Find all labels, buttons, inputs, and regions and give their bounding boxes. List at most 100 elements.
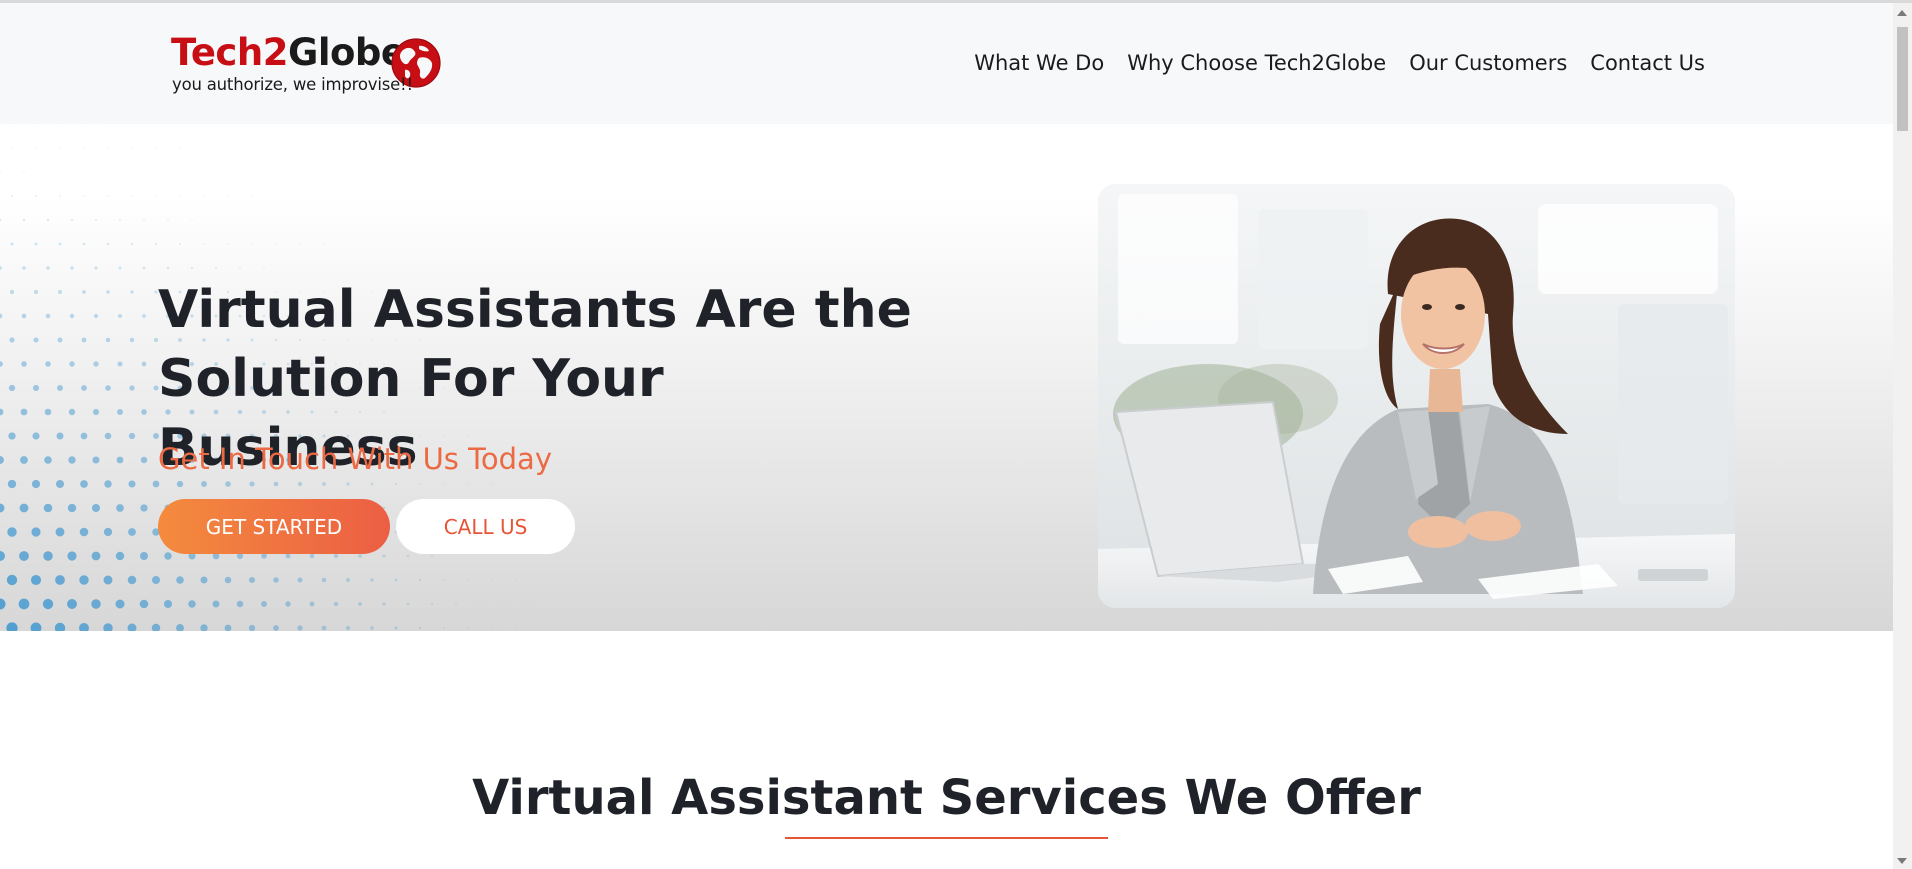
pattern-dot	[83, 195, 85, 197]
pattern-dot	[22, 266, 26, 270]
pattern-dot	[0, 266, 2, 270]
pattern-dot	[167, 171, 169, 173]
nav-item-our-customers[interactable]: Our Customers	[1409, 51, 1567, 75]
pattern-dot	[68, 456, 76, 464]
pattern-dot	[176, 576, 184, 584]
pattern-dot	[46, 266, 50, 270]
pattern-dot	[275, 243, 277, 245]
pattern-dot	[167, 219, 169, 221]
pattern-dot	[11, 195, 13, 197]
pattern-dot	[118, 266, 122, 270]
pattern-dot	[30, 574, 42, 586]
pattern-dot	[164, 552, 172, 560]
pattern-dot	[140, 552, 148, 560]
pattern-dot	[321, 625, 327, 631]
pattern-dot	[179, 195, 181, 197]
pattern-dot	[95, 171, 97, 173]
logo-wordmark: Tech2Globe	[171, 31, 406, 75]
pattern-dot	[32, 432, 40, 440]
pattern-dot	[33, 289, 39, 295]
pattern-dot	[56, 480, 64, 488]
pattern-dot	[406, 602, 410, 606]
pattern-dot	[0, 408, 4, 416]
pattern-dot	[8, 432, 16, 440]
pattern-dot	[0, 171, 1, 173]
pattern-dot	[35, 147, 37, 149]
pattern-dot	[79, 575, 89, 585]
pattern-dot	[151, 575, 161, 585]
pattern-dot	[21, 313, 27, 319]
scroll-down-arrow-icon[interactable]	[1897, 858, 1907, 864]
pattern-dot	[155, 195, 157, 197]
pattern-dot	[82, 290, 86, 294]
pattern-dot	[47, 171, 49, 173]
pattern-dot	[131, 147, 133, 149]
nav-item-what-we-do[interactable]: What We Do	[974, 51, 1104, 75]
pattern-dot	[297, 625, 303, 631]
site-logo[interactable]: Tech2Globe you authorize, we improvise!!	[171, 31, 446, 101]
pattern-dot	[215, 171, 217, 173]
pattern-dot	[214, 266, 218, 270]
pattern-dot	[9, 289, 15, 295]
pattern-dot	[155, 147, 157, 149]
pattern-dot	[140, 456, 148, 464]
pattern-dot	[34, 242, 38, 246]
pattern-dot	[107, 147, 109, 149]
pattern-dot	[79, 623, 89, 631]
pattern-dot	[212, 600, 220, 608]
page-scrollbar[interactable]	[1893, 3, 1912, 869]
pattern-dot	[43, 551, 53, 561]
pattern-dot	[0, 503, 5, 513]
pattern-dot	[56, 432, 64, 440]
pattern-dot	[116, 456, 124, 464]
pattern-dot	[43, 503, 53, 513]
pattern-dot	[467, 483, 469, 485]
pattern-dot	[79, 527, 89, 537]
pattern-dot	[224, 576, 232, 584]
pattern-dot	[491, 483, 493, 485]
pattern-dot	[394, 626, 398, 630]
pattern-dot	[70, 218, 74, 222]
pattern-dot	[239, 267, 241, 269]
pattern-dot	[68, 408, 76, 416]
pattern-dot	[430, 554, 434, 558]
pattern-dot	[285, 601, 291, 607]
pattern-dot	[359, 267, 361, 269]
pattern-dot	[31, 479, 41, 489]
pattern-dot	[10, 242, 14, 246]
pattern-dot	[143, 171, 145, 173]
pattern-dot	[527, 603, 529, 605]
pattern-dot	[105, 385, 111, 391]
main-nav: What We Do Why Choose Tech2Globe Our Cus…	[974, 51, 1705, 75]
nav-item-why-choose[interactable]: Why Choose Tech2Globe	[1127, 51, 1386, 75]
pattern-dot	[503, 555, 505, 557]
pattern-dot	[191, 171, 193, 173]
pattern-dot	[9, 337, 15, 343]
pattern-dot	[309, 553, 315, 559]
pattern-dot	[103, 623, 113, 631]
pattern-dot	[91, 503, 101, 513]
nav-item-contact-us[interactable]: Contact Us	[1590, 51, 1705, 75]
pattern-dot	[251, 243, 253, 245]
pattern-dot	[11, 147, 13, 149]
call-us-button[interactable]: CALL US	[396, 499, 575, 554]
get-started-button[interactable]: GET STARTED	[158, 499, 390, 554]
pattern-dot	[119, 219, 121, 221]
pattern-dot	[57, 385, 63, 391]
pattern-dot	[143, 219, 145, 221]
pattern-dot	[515, 627, 517, 629]
pattern-dot	[70, 266, 74, 270]
pattern-dot	[81, 385, 87, 391]
pattern-dot	[35, 195, 37, 197]
pattern-dot	[119, 171, 121, 173]
pattern-dot	[248, 576, 256, 584]
pattern-dot	[94, 266, 98, 270]
logo-tagline: you authorize, we improvise!!	[172, 75, 413, 94]
scroll-up-arrow-icon[interactable]	[1897, 10, 1907, 16]
scrollbar-thumb[interactable]	[1897, 27, 1908, 131]
hero-photo-illustration	[1098, 184, 1735, 608]
pattern-dot	[69, 313, 75, 319]
site-header: Tech2Globe you authorize, we improvise!!…	[0, 3, 1893, 124]
pattern-dot	[239, 219, 241, 221]
pattern-dot	[0, 313, 3, 319]
